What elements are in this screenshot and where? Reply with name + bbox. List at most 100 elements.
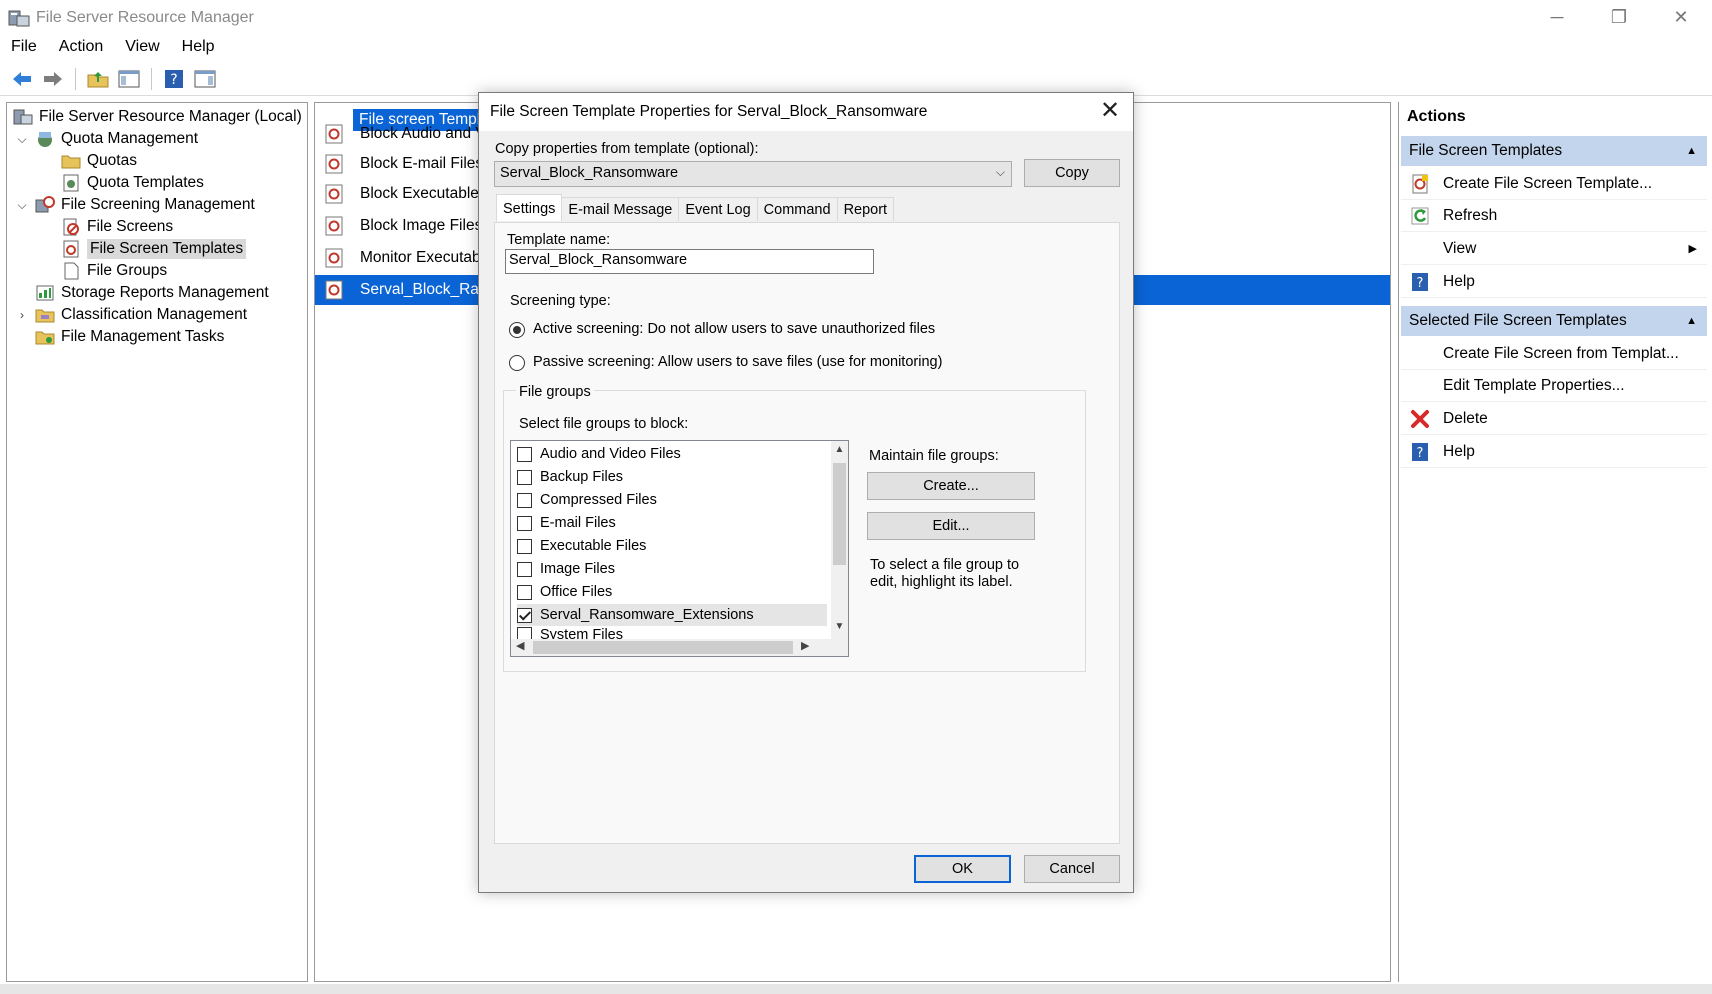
show-hide-action-pane-icon[interactable] <box>193 67 217 91</box>
tab-settings[interactable]: Settings <box>496 194 563 221</box>
collapse-icon[interactable]: ▲ <box>1686 145 1697 157</box>
delete-action[interactable]: Delete <box>1401 403 1707 435</box>
forward-icon[interactable] <box>41 67 65 91</box>
template-name-input[interactable]: Serval_Block_Ransomware <box>505 249 874 274</box>
help-action-2[interactable]: ? Help <box>1401 436 1707 468</box>
checkbox[interactable] <box>517 627 532 639</box>
tree-item-file-screening-management[interactable]: ⌵ File Screening Management <box>15 193 255 217</box>
create-file-screen-template-action[interactable]: Create File Screen Template... <box>1401 168 1707 200</box>
scroll-right-icon[interactable]: ▶ <box>801 639 809 652</box>
help-icon[interactable]: ? <box>162 67 186 91</box>
checkbox[interactable] <box>517 561 532 577</box>
scroll-left-icon[interactable]: ◀ <box>516 639 524 652</box>
svg-text:?: ? <box>1417 276 1424 291</box>
show-hide-tree-icon[interactable] <box>117 67 141 91</box>
passive-screening-radio[interactable] <box>509 355 525 371</box>
create-file-group-button[interactable]: Create... <box>867 472 1035 500</box>
tab-report[interactable]: Report <box>836 197 895 221</box>
checkbox[interactable] <box>517 492 532 508</box>
file-group-serval-ransomware[interactable]: Serval_Ransomware_Extensions <box>517 604 827 626</box>
file-groups-icon <box>61 262 81 280</box>
restore-button[interactable]: ❐ <box>1588 0 1650 34</box>
help-action[interactable]: ? Help <box>1401 266 1707 298</box>
dialog-title: File Screen Template Properties for Serv… <box>490 103 928 120</box>
scroll-thumb[interactable] <box>533 641 793 654</box>
server-icon <box>13 108 33 126</box>
tab-email-message[interactable]: E-mail Message <box>561 197 680 221</box>
minimize-button[interactable]: ─ <box>1526 0 1588 34</box>
checkbox-checked[interactable] <box>517 607 532 623</box>
tab-event-log[interactable]: Event Log <box>678 197 758 221</box>
up-folder-icon[interactable] <box>86 67 110 91</box>
edit-file-group-button[interactable]: Edit... <box>867 512 1035 540</box>
file-group-executable[interactable]: Executable Files <box>517 535 827 557</box>
menu-view[interactable]: View <box>114 38 170 56</box>
tab-command[interactable]: Command <box>756 197 838 221</box>
file-group-image[interactable]: Image Files <box>517 558 827 580</box>
file-group-system[interactable]: System Files <box>517 627 827 639</box>
file-group-backup[interactable]: Backup Files <box>517 466 827 488</box>
tree-item-quotas[interactable]: Quotas <box>61 149 137 173</box>
edit-template-properties-action[interactable]: Edit Template Properties... <box>1401 370 1707 402</box>
active-screening-radio[interactable] <box>509 322 525 338</box>
ok-button[interactable]: OK <box>914 855 1011 883</box>
chevron-down-icon[interactable]: ⌵ <box>15 132 29 147</box>
horizontal-scrollbar[interactable]: ◀ ▶ <box>511 639 848 656</box>
file-group-office[interactable]: Office Files <box>517 581 827 603</box>
scroll-thumb[interactable] <box>833 463 846 565</box>
copy-from-template-combo[interactable]: Serval_Block_Ransomware ⌵ <box>494 161 1012 187</box>
template-name-label: Template name: <box>507 232 611 248</box>
vertical-scrollbar[interactable]: ▲ ▼ <box>831 441 848 639</box>
tree-item-classification[interactable]: › Classification Management <box>15 303 247 327</box>
checkbox[interactable] <box>517 446 532 462</box>
tree-item-root[interactable]: File Server Resource Manager (Local) <box>13 105 302 129</box>
chevron-down-icon[interactable]: ⌵ <box>996 165 1005 180</box>
tree-item-file-screens[interactable]: File Screens <box>61 215 173 239</box>
tree-item-storage-reports[interactable]: Storage Reports Management <box>35 281 269 305</box>
refresh-action[interactable]: Refresh <box>1401 200 1707 232</box>
chevron-down-icon[interactable]: ⌵ <box>15 198 29 213</box>
checkbox[interactable] <box>517 515 532 531</box>
view-action[interactable]: View ▶ <box>1401 233 1707 265</box>
scroll-down-icon[interactable]: ▼ <box>831 621 848 632</box>
actions-section-file-screen-templates[interactable]: File Screen Templates ▲ <box>1401 136 1707 166</box>
checkbox[interactable] <box>517 584 532 600</box>
actions-section-selected-templates[interactable]: Selected File Screen Templates ▲ <box>1401 306 1707 336</box>
collapse-icon[interactable]: ▲ <box>1686 315 1697 327</box>
active-screening-label[interactable]: Active screening: Do not allow users to … <box>533 321 935 337</box>
menu-action[interactable]: Action <box>48 38 114 56</box>
copy-button[interactable]: Copy <box>1024 159 1120 187</box>
file-screening-icon <box>35 196 55 214</box>
tree-item-file-management-tasks[interactable]: File Management Tasks <box>35 325 224 349</box>
status-bar <box>0 984 1712 994</box>
menu-file[interactable]: File <box>0 38 48 56</box>
cancel-button[interactable]: Cancel <box>1024 855 1120 883</box>
dialog-tabs: Settings E-mail Message Event Log Comman… <box>496 194 895 223</box>
delete-icon <box>1409 408 1431 430</box>
create-file-screen-from-template-action[interactable]: Create File Screen from Templat... <box>1401 338 1707 370</box>
fsrm-app-icon <box>8 8 30 28</box>
checkbox[interactable] <box>517 469 532 485</box>
file-group-compressed[interactable]: Compressed Files <box>517 489 827 511</box>
chevron-right-icon[interactable]: › <box>15 308 29 322</box>
scroll-up-icon[interactable]: ▲ <box>831 444 848 455</box>
close-window-button[interactable]: ✕ <box>1650 0 1712 34</box>
file-groups-checklist[interactable]: Audio and Video Files Backup Files Compr… <box>510 440 849 657</box>
passive-screening-label[interactable]: Passive screening: Allow users to save f… <box>533 354 942 370</box>
file-group-email[interactable]: E-mail Files <box>517 512 827 534</box>
template-icon <box>324 216 344 236</box>
help-icon: ? <box>1409 441 1431 463</box>
back-icon[interactable] <box>10 67 34 91</box>
tree-item-file-groups[interactable]: File Groups <box>61 259 167 283</box>
quotas-folder-icon <box>61 152 81 170</box>
tree-item-quota-templates[interactable]: Quota Templates <box>61 171 204 195</box>
classification-icon <box>35 306 55 324</box>
dialog-close-button[interactable]: ✕ <box>1097 99 1123 125</box>
window-title: File Server Resource Manager <box>36 9 254 26</box>
tree-item-file-screen-templates[interactable]: File Screen Templates <box>61 237 247 261</box>
copy-from-template-label: Copy properties from template (optional)… <box>495 141 759 157</box>
file-group-audio-video[interactable]: Audio and Video Files <box>517 443 827 465</box>
menu-help[interactable]: Help <box>171 38 226 56</box>
checkbox[interactable] <box>517 538 532 554</box>
tree-item-quota-management[interactable]: ⌵ Quota Management <box>15 127 198 151</box>
